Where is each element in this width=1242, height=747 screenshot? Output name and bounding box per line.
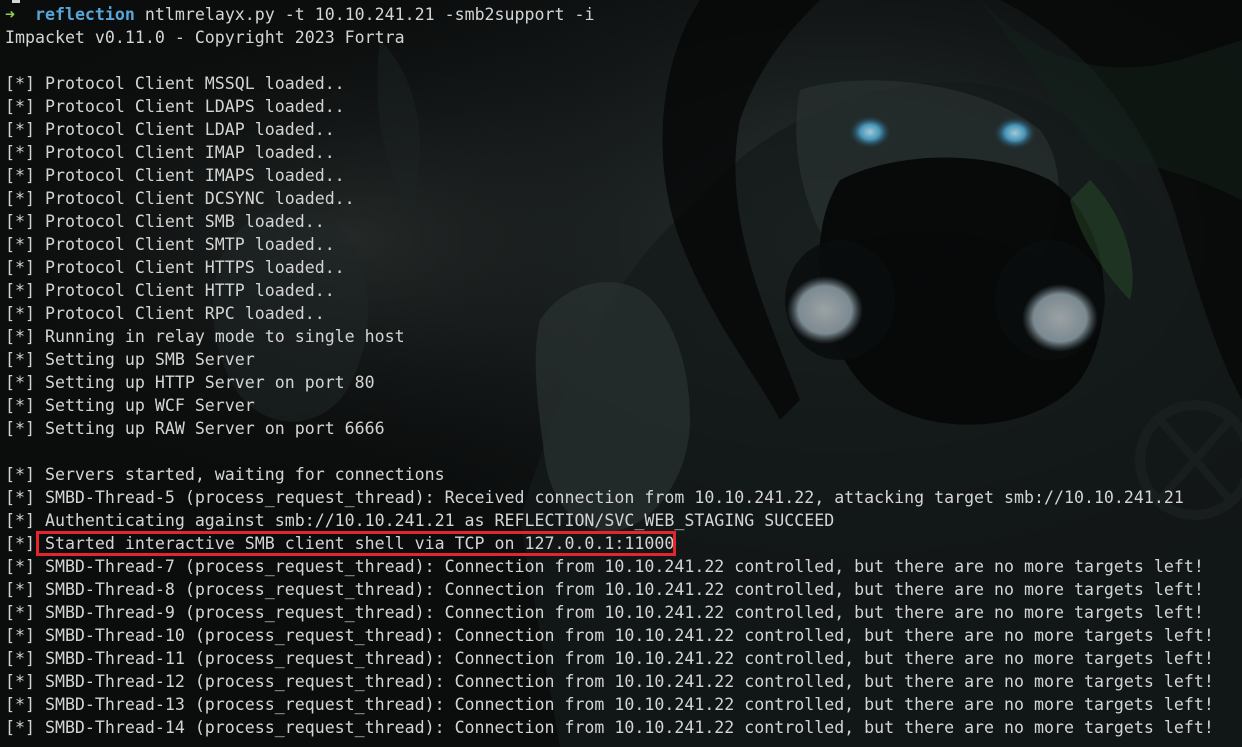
output-line: [*] Servers started, waiting for connect… [5, 465, 445, 484]
output-line: [*] Protocol Client DCSYNC loaded.. [5, 189, 355, 208]
output-line: [*] Protocol Client HTTPS loaded.. [5, 258, 345, 277]
output-line: [*] SMBD-Thread-9 (process_request_threa… [5, 603, 1204, 622]
output-line: [*] Setting up RAW Server on port 6666 [5, 419, 385, 438]
output-line: [*] SMBD-Thread-11 (process_request_thre… [5, 649, 1214, 668]
output-line: [*] SMBD-Thread-12 (process_request_thre… [5, 672, 1214, 691]
highlight-box [36, 531, 676, 556]
output-line: [*] Protocol Client IMAP loaded.. [5, 143, 335, 162]
prompt-arrow-icon: ➜ [5, 5, 15, 24]
output-line: [*] Authenticating against smb://10.10.2… [5, 511, 835, 530]
output-line: [*] SMBD-Thread-10 (process_request_thre… [5, 626, 1214, 645]
output-line: [*] Protocol Client HTTP loaded.. [5, 281, 335, 300]
output-line: [*] Running in relay mode to single host [5, 327, 405, 346]
output-line: [*] Protocol Client LDAP loaded.. [5, 120, 335, 139]
output-line: [*] SMBD-Thread-7 (process_request_threa… [5, 557, 1204, 576]
prompt-directory: reflection [34, 5, 135, 24]
output-line: [*] Setting up WCF Server [5, 396, 255, 415]
prompt-line[interactable]: ➜ reflection ntlmrelayx.py -t 10.10.241.… [5, 3, 594, 26]
output-line: [*] Setting up HTTP Server on port 80 [5, 373, 375, 392]
output-line: [*] SMBD-Thread-8 (process_request_threa… [5, 580, 1204, 599]
terminal-window[interactable]: ➜ reflection ntlmrelayx.py -t 10.10.241.… [0, 0, 1242, 747]
prompt-command[interactable]: ntlmrelayx.py -t 10.10.241.21 -smb2suppo… [145, 5, 595, 24]
output-line: [*] SMBD-Thread-14 (process_request_thre… [5, 718, 1214, 737]
output-line: [*] Protocol Client RPC loaded.. [5, 304, 325, 323]
output-line: [*] Protocol Client SMB loaded.. [5, 212, 325, 231]
output-line: [*] Protocol Client SMTP loaded.. [5, 235, 335, 254]
output-line: [*] Protocol Client MSSQL loaded.. [5, 74, 345, 93]
output-line: [*] SMBD-Thread-13 (process_request_thre… [5, 695, 1214, 714]
output-line: [*] SMBD-Thread-5 (process_request_threa… [5, 488, 1184, 507]
output-line: [*] Protocol Client IMAPS loaded.. [5, 166, 345, 185]
cursor-mark [12, 0, 20, 3]
output-line: [*] Protocol Client LDAPS loaded.. [5, 97, 345, 116]
output-line: [*] Setting up SMB Server [5, 350, 255, 369]
banner-line: Impacket v0.11.0 - Copyright 2023 Fortra [5, 28, 405, 47]
